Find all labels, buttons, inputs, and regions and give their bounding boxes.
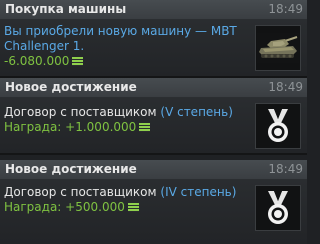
tank-icon	[255, 25, 301, 71]
notification-time: 18:49	[268, 80, 303, 94]
purchase-line-1: Вы приобрели новую машину — MBT	[4, 24, 237, 38]
notification-body: Договор с поставщиком (IV степень) Награ…	[0, 180, 307, 244]
credits-icon	[139, 123, 151, 132]
reward-row: Награда: +500.000	[4, 200, 236, 215]
reward-label: Награда:	[4, 200, 66, 214]
notification-text: Договор с поставщиком (V степень) Наград…	[4, 105, 233, 135]
medal-image	[268, 191, 288, 224]
credits-icon	[127, 203, 139, 212]
notification-time: 18:49	[268, 162, 303, 176]
notification-title: Новое достижение	[5, 80, 137, 94]
notification-header: Покупка машины 18:49	[0, 0, 307, 20]
notification-card-achievement[interactable]: Новое достижение 18:49 Договор с поставщ…	[0, 78, 307, 153]
notification-header: Новое достижение 18:49	[0, 78, 307, 98]
notification-title: Новое достижение	[5, 162, 137, 176]
achievement-line: Договор с поставщиком (V степень)	[4, 105, 233, 120]
reward-value: +1.000.000	[65, 120, 137, 134]
notification-title: Покупка машины	[5, 2, 127, 16]
purchase-amount-row: -6.080.000	[4, 54, 237, 69]
tank-image	[257, 33, 299, 63]
medal-icon	[255, 185, 301, 231]
achievement-degree: (V степень)	[160, 105, 233, 119]
reward-value: +500.000	[65, 200, 125, 214]
notification-text: Договор с поставщиком (IV степень) Награ…	[4, 185, 236, 215]
achievement-name: Договор с поставщиком	[4, 105, 161, 119]
notification-time: 18:49	[268, 2, 303, 16]
medal-icon	[255, 103, 301, 149]
notification-card-achievement[interactable]: Новое достижение 18:49 Договор с поставщ…	[0, 160, 307, 244]
reward-label: Награда:	[4, 120, 66, 134]
achievement-name: Договор с поставщиком	[4, 185, 161, 199]
notification-card-vehicle-purchase[interactable]: Покупка машины 18:49 Вы приобрели новую …	[0, 0, 307, 76]
achievement-line: Договор с поставщиком (IV степень)	[4, 185, 236, 200]
medal-image	[268, 109, 288, 142]
divider	[0, 153, 307, 155]
credits-icon	[72, 57, 84, 66]
achievement-degree: (IV степень)	[160, 185, 237, 199]
notification-feed: Покупка машины 18:49 Вы приобрели новую …	[0, 0, 307, 244]
notification-header: Новое достижение 18:49	[0, 160, 307, 180]
reward-row: Награда: +1.000.000	[4, 120, 233, 135]
purchase-line-2: Challenger 1.	[4, 39, 85, 53]
notification-body: Вы приобрели новую машину — MBT Challeng…	[0, 20, 307, 76]
notification-text: Вы приобрели новую машину — MBT Challeng…	[4, 24, 237, 69]
notification-body: Договор с поставщиком (V степень) Наград…	[0, 98, 307, 153]
purchase-amount: -6.080.000	[4, 54, 70, 68]
